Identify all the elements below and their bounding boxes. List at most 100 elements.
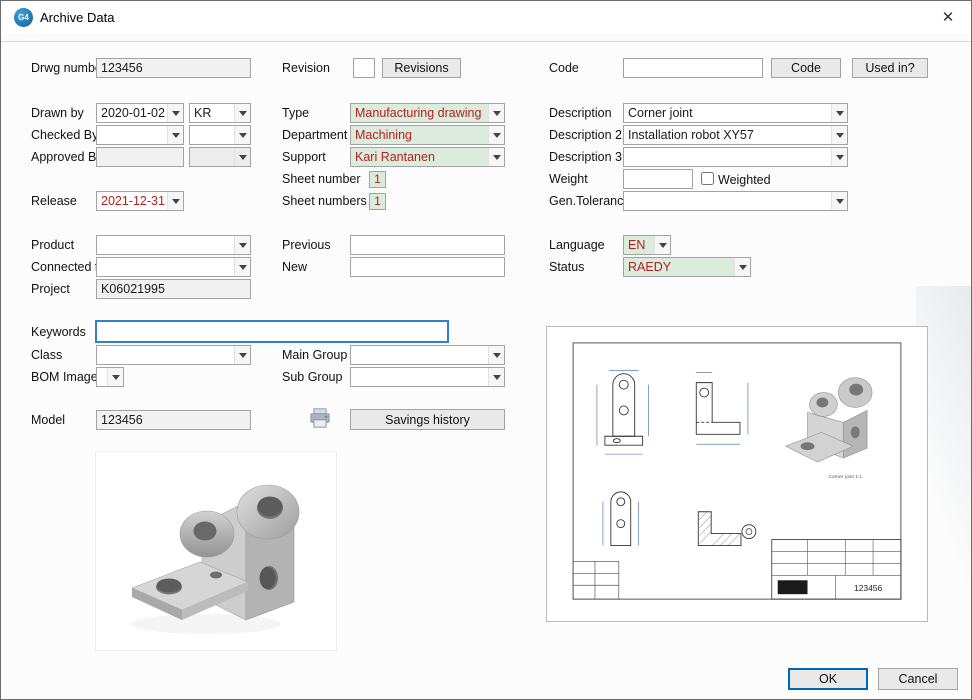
savings-history-button[interactable]: Savings history — [350, 409, 505, 430]
project-field[interactable] — [96, 279, 251, 299]
sheet-numbers-field[interactable]: 1 — [369, 193, 386, 210]
drawn-by-date-value: 2020-01-02 — [97, 104, 167, 122]
bom-image-label: BOM Image — [31, 370, 98, 384]
used-in-button[interactable]: Used in? — [852, 58, 928, 78]
bom-image-value — [97, 368, 107, 386]
status-value: RAEDY — [624, 258, 734, 276]
chevron-down-icon — [167, 192, 183, 210]
chevron-down-icon — [234, 346, 250, 364]
revisions-button[interactable]: Revisions — [382, 58, 461, 78]
keywords-label: Keywords — [31, 325, 86, 339]
description2-label: Description 2 — [549, 128, 622, 142]
revision-label: Revision — [282, 61, 330, 75]
code-field[interactable] — [623, 58, 763, 78]
description3-label: Description 3 — [549, 150, 622, 164]
sub-group-combo[interactable] — [350, 367, 505, 387]
release-value: 2021-12-31 — [97, 192, 167, 210]
department-value: Machining — [351, 126, 488, 144]
support-value: Kari Rantanen — [351, 148, 488, 166]
new-field[interactable] — [350, 257, 505, 277]
keywords-field[interactable] — [96, 321, 448, 342]
drawn-by-initials-value: KR — [190, 104, 234, 122]
chevron-down-icon — [831, 126, 847, 144]
drawn-by-date-combo[interactable]: 2020-01-02 — [96, 103, 184, 123]
ok-button[interactable]: OK — [788, 668, 868, 690]
cancel-button[interactable]: Cancel — [878, 668, 958, 690]
main-group-value — [351, 346, 488, 364]
close-icon[interactable]: ✕ — [937, 8, 959, 28]
chevron-down-icon — [831, 104, 847, 122]
connected-to-label: Connected to — [31, 260, 105, 274]
sub-group-value — [351, 368, 488, 386]
revision-field[interactable] — [353, 58, 375, 78]
weighted-label: Weighted — [718, 173, 771, 187]
chevron-down-icon — [107, 368, 123, 386]
checked-by-date-value — [97, 126, 167, 144]
status-label: Status — [549, 260, 584, 274]
window-title: Archive Data — [40, 10, 114, 25]
language-combo[interactable]: EN — [623, 235, 671, 255]
approved-by-initials-combo[interactable] — [189, 147, 251, 167]
drawing-sheet-svg: Corner joint 1:1 — [547, 327, 927, 621]
titlebar-separator — [1, 41, 971, 42]
chevron-down-icon — [234, 148, 250, 166]
chevron-down-icon — [654, 236, 670, 254]
chevron-down-icon — [234, 258, 250, 276]
archive-data-dialog: G4 Archive Data ✕ Drwg number Revision R… — [0, 0, 972, 700]
new-label: New — [282, 260, 307, 274]
sub-group-label: Sub Group — [282, 370, 342, 384]
checked-by-date-combo[interactable] — [96, 125, 184, 145]
drawn-by-label: Drawn by — [31, 106, 84, 120]
drawn-by-initials-combo[interactable]: KR — [189, 103, 251, 123]
code-button[interactable]: Code — [771, 58, 841, 78]
drawing-part-number: 123456 — [854, 583, 882, 593]
main-group-combo[interactable] — [350, 345, 505, 365]
connected-to-value — [97, 258, 234, 276]
weighted-checkbox[interactable] — [701, 172, 714, 185]
project-label: Project — [31, 282, 70, 296]
weight-field[interactable] — [623, 169, 693, 189]
gen-tolerances-value — [624, 192, 831, 210]
drawing-preview: Corner joint 1:1 — [546, 326, 928, 622]
checked-by-initials-combo[interactable] — [189, 125, 251, 145]
previous-field[interactable] — [350, 235, 505, 255]
product-combo[interactable] — [96, 235, 251, 255]
department-combo[interactable]: Machining — [350, 125, 505, 145]
description3-value — [624, 148, 831, 166]
type-value: Manufacturing drawing — [351, 104, 488, 122]
drwg-number-field[interactable] — [96, 58, 251, 78]
chevron-down-icon — [488, 148, 504, 166]
chevron-down-icon — [734, 258, 750, 276]
chevron-down-icon — [488, 126, 504, 144]
department-label: Department — [282, 128, 347, 142]
approved-by-date-field[interactable] — [96, 147, 184, 167]
connected-to-combo[interactable] — [96, 257, 251, 277]
status-combo[interactable]: RAEDY — [623, 257, 751, 277]
titlebar: G4 Archive Data ✕ — [1, 1, 971, 33]
bom-image-combo[interactable] — [96, 367, 124, 387]
weight-label: Weight — [549, 172, 588, 186]
sheet-number-field[interactable]: 1 — [369, 171, 386, 188]
language-label: Language — [549, 238, 605, 252]
type-label: Type — [282, 106, 309, 120]
model-field[interactable] — [96, 410, 251, 430]
drwg-number-label: Drwg number — [31, 61, 106, 75]
description2-combo[interactable]: Installation robot XY57 — [623, 125, 848, 145]
support-combo[interactable]: Kari Rantanen — [350, 147, 505, 167]
release-combo[interactable]: 2021-12-31 — [96, 191, 184, 211]
release-label: Release — [31, 194, 77, 208]
class-combo[interactable] — [96, 345, 251, 365]
type-combo[interactable]: Manufacturing drawing — [350, 103, 505, 123]
sheet-number-label: Sheet number — [282, 172, 361, 186]
code-label: Code — [549, 61, 579, 75]
description3-combo[interactable] — [623, 147, 848, 167]
approved-by-label: Approved By — [31, 150, 103, 164]
printer-icon[interactable] — [309, 407, 331, 429]
description-combo[interactable]: Corner joint — [623, 103, 848, 123]
class-value — [97, 346, 234, 364]
checked-by-initials-value — [190, 126, 234, 144]
model-3d-preview — [96, 452, 336, 650]
gen-tolerances-combo[interactable] — [623, 191, 848, 211]
model-label: Model — [31, 413, 65, 427]
support-label: Support — [282, 150, 326, 164]
